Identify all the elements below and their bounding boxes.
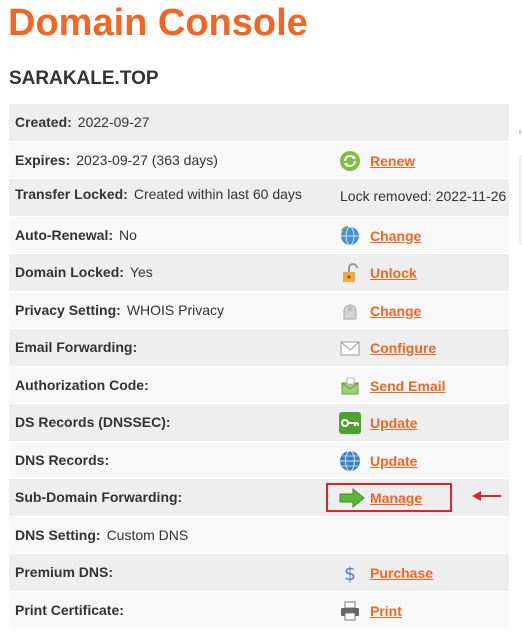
dollar-icon[interactable]: $ [339,562,361,585]
row-label: Transfer Locked: [15,186,128,202]
unlock-link[interactable]: Unlock [370,265,417,281]
row-value: Custom DNS [106,526,189,543]
renew-link[interactable]: Renew [370,153,415,169]
send-email-icon[interactable] [339,375,361,397]
row-label: Sub-Domain Forwarding: [15,489,183,505]
globe-refresh-icon[interactable] [339,225,361,247]
table-row-domain-locked: Domain Locked: Yes Unlock [9,254,509,292]
page-title: Domain Console [8,2,308,44]
auto-renewal-change-link[interactable]: Change [370,228,421,244]
table-row-sub-domain-forwarding: Sub-Domain Forwarding: Manage [9,479,509,517]
row-label: Privacy Setting: [15,301,121,318]
table-row-dns-records: DNS Records: Update [9,441,509,479]
envelope-icon[interactable] [339,337,361,359]
page-edge-mark [519,130,521,134]
row-label: Premium DNS: [15,564,114,580]
row-label: DS Records (DNSSEC): [15,414,171,430]
table-row-expires: Expires: 2023-09-27 (363 days) Renew [9,141,509,179]
configure-link[interactable]: Configure [370,340,436,356]
row-label: Expires: [15,151,71,168]
dns-records-update-link[interactable]: Update [370,453,417,469]
privacy-icon[interactable] [339,300,361,322]
renew-icon[interactable] [339,150,361,172]
row-value: Created within last 60 days [133,186,302,202]
privacy-change-link[interactable]: Change [370,303,421,319]
row-label: Email Forwarding: [15,339,138,355]
table-row-created: Created: 2022-09-27 [9,104,509,142]
row-label: Domain Locked: [15,264,124,280]
row-value: 2023-09-27 (363 days) [76,151,218,168]
globe-icon[interactable] [339,450,361,472]
printer-icon[interactable] [339,600,361,622]
domain-settings-table: Created: 2022-09-27 Expires: 2023-09-27 (3… [9,104,509,629]
table-row-authorization-code: Authorization Code: Send Email [9,366,509,404]
row-label: Auto-Renewal: [15,226,113,243]
lock-removed-note: Lock removed: 2022-11-26 [340,188,507,204]
row-label: DNS Setting: [15,526,101,543]
row-label: Print Certificate: [15,601,124,618]
row-label: Authorization Code: [15,376,149,393]
ds-records-update-link[interactable]: Update [370,415,417,431]
forward-arrow-icon[interactable] [339,487,365,509]
manage-link[interactable]: Manage [370,490,422,506]
table-row-auto-renewal: Auto-Renewal: No Change [9,216,509,254]
padlock-icon[interactable] [339,262,361,284]
table-row-privacy-setting: Privacy Setting: WHOIS Privacy Change [9,291,509,329]
domain-name: SARAKALE.TOP [9,68,159,89]
table-row-transfer-locked: Transfer Locked: Created within last 60 d… [9,179,509,217]
purchase-link[interactable]: Purchase [370,565,433,581]
red-arrow-icon [472,491,501,501]
print-link[interactable]: Print [370,603,402,619]
row-value: 2022-09-27 [77,114,150,130]
table-row-premium-dns: Premium DNS: $ Purchase [9,554,509,592]
row-value: No [119,226,137,243]
table-row-email-forwarding: Email Forwarding: Configure [9,329,509,367]
row-label: Created: [15,114,72,130]
svg-text:$: $ [344,563,356,584]
table-row-ds-records: DS Records (DNSSEC): Update [9,404,509,442]
row-value: WHOIS Privacy [126,301,225,318]
row-value: Yes [129,264,153,280]
table-row-print-certificate: Print Certificate: Print [9,591,509,629]
row-label: DNS Records: [15,451,110,468]
send-email-link[interactable]: Send Email [370,378,445,394]
table-row-dns-setting: DNS Setting: Custom DNS [9,516,509,554]
key-icon[interactable] [339,412,361,434]
